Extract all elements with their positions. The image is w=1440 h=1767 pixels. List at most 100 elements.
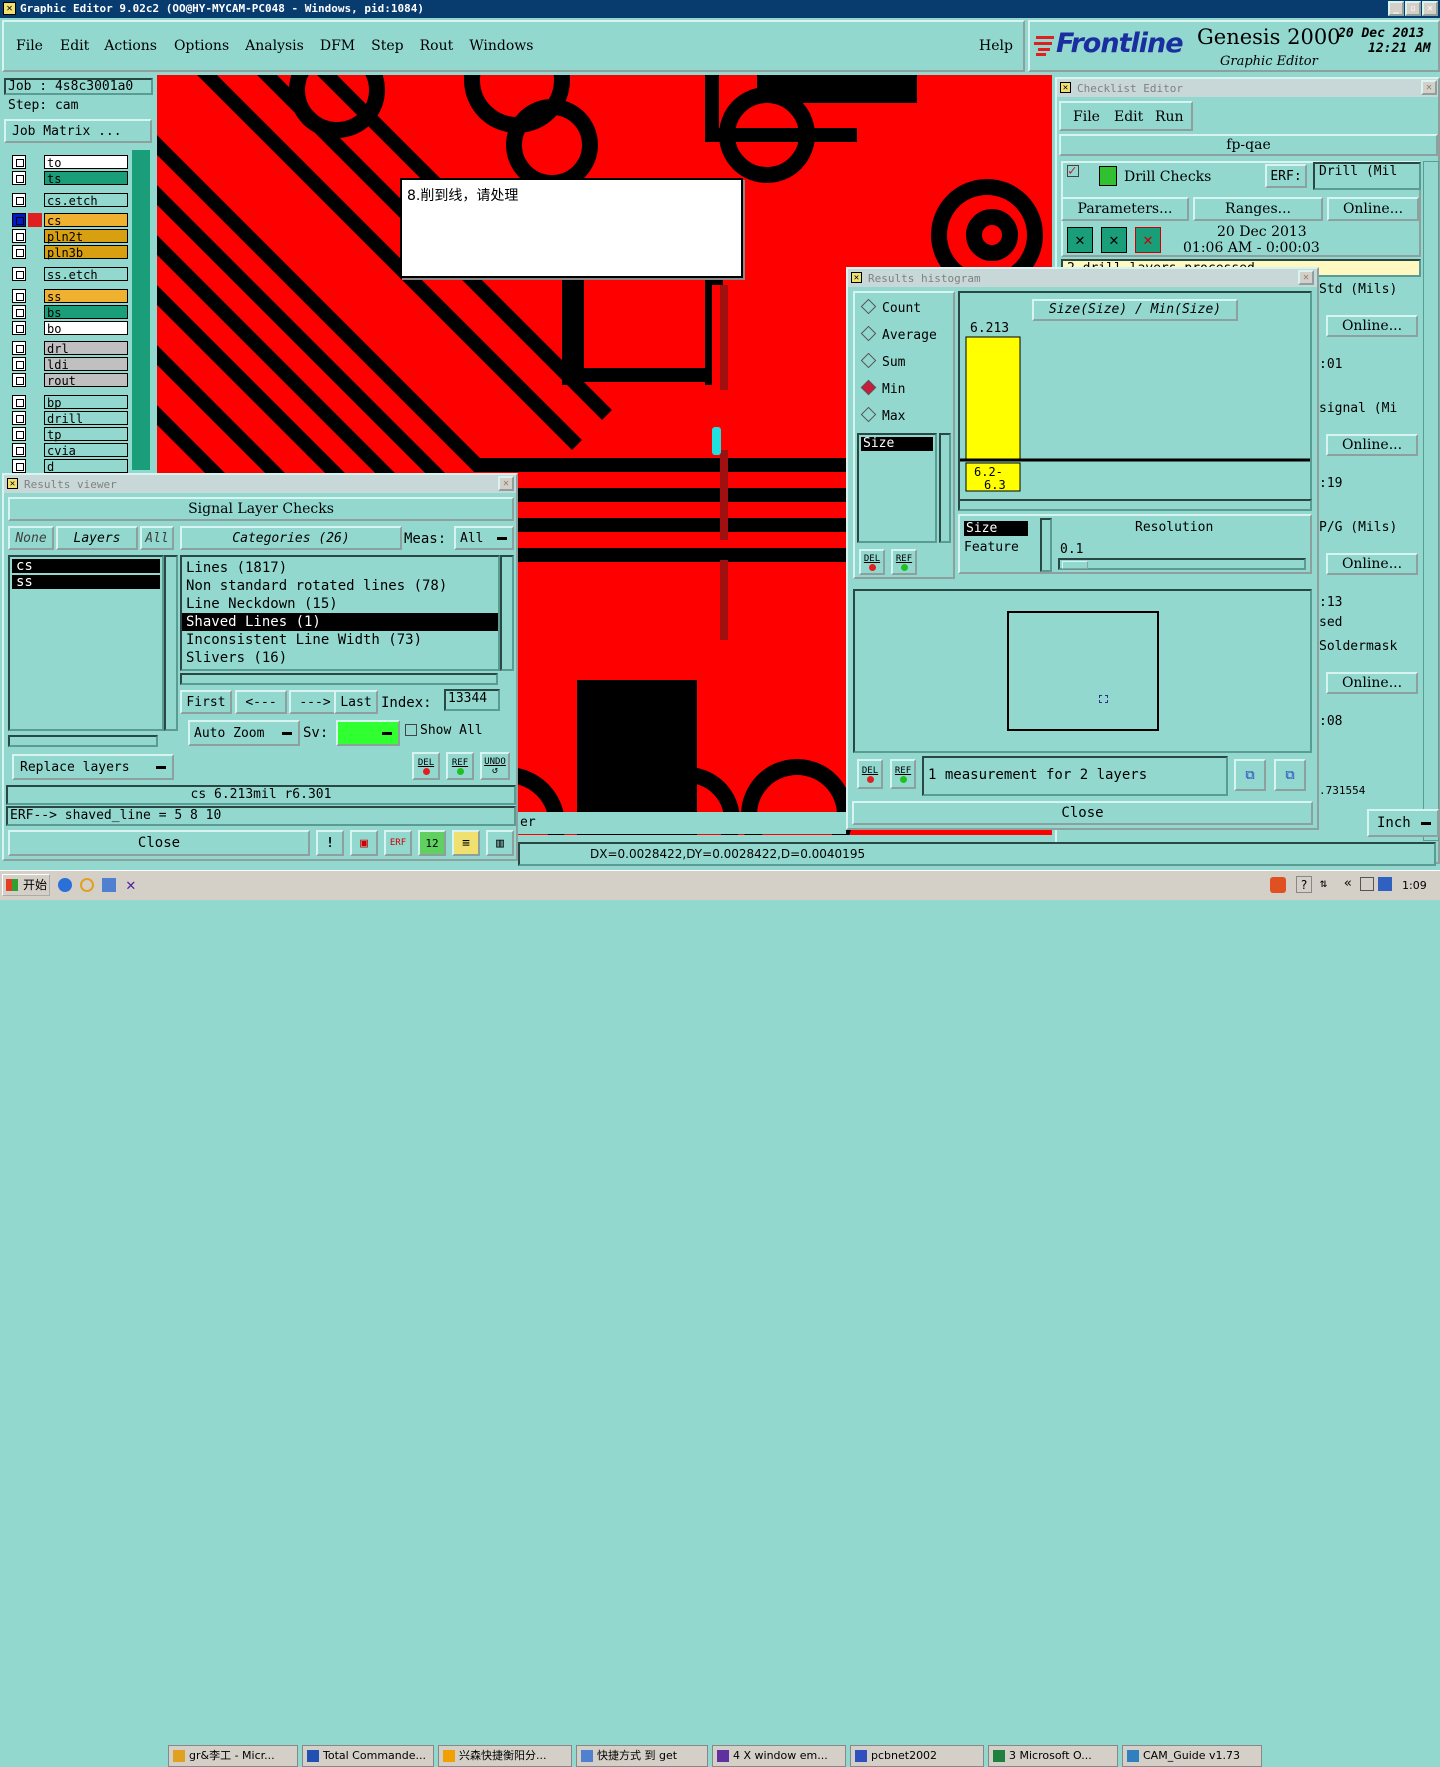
taskbar-item[interactable]: gr&李工 - Micr... [168, 1745, 298, 1767]
layer-color-swatch[interactable] [28, 411, 42, 425]
tool-report-icon[interactable]: ≡ [452, 830, 480, 856]
layer-color-swatch[interactable] [28, 289, 42, 303]
layer-checkbox[interactable] [12, 229, 26, 243]
category-list-vscroll[interactable] [500, 555, 514, 671]
run-icon-3[interactable]: ✕ [1135, 227, 1161, 253]
online-button[interactable]: Online... [1326, 553, 1418, 575]
layer-row-drill[interactable]: drill [12, 411, 128, 426]
mode-radio-min[interactable]: Min [860, 379, 905, 397]
meas-select[interactable]: All [454, 526, 514, 550]
results-close-button[interactable]: Close [8, 830, 310, 856]
layer-color-swatch[interactable] [28, 171, 42, 185]
taskbar-item[interactable]: 兴森快捷衡阳分... [438, 1745, 572, 1767]
none-button[interactable]: None [8, 526, 54, 550]
layer-row-ts[interactable]: ts [12, 171, 128, 186]
hist-ref-button[interactable]: REF [891, 549, 917, 575]
field-item[interactable]: Size [861, 437, 933, 451]
layer-color-swatch[interactable] [28, 229, 42, 243]
hist-export-icon-2[interactable]: ⧉ [1274, 759, 1306, 791]
category-item[interactable]: Shaved Lines (1) [182, 613, 498, 631]
layer-color-swatch[interactable] [28, 373, 42, 387]
tray-monitor-icon[interactable] [1360, 877, 1374, 891]
mode-radio-average[interactable]: Average [860, 325, 937, 343]
menu-file[interactable]: File [16, 38, 43, 54]
layer-row-drl[interactable]: drl [12, 341, 128, 356]
results-viewer-close-icon[interactable]: ✕ [498, 476, 514, 491]
layer-color-swatch[interactable] [28, 267, 42, 281]
layer-row-bs[interactable]: bs [12, 305, 128, 320]
replace-layers-select[interactable]: Replace layers [12, 754, 174, 780]
check-mark-icon[interactable]: ✓ [1067, 164, 1079, 178]
x-launch-icon[interactable]: ✕ [126, 875, 136, 894]
feature-option[interactable]: Feature [964, 540, 1019, 555]
layer-checkbox[interactable] [12, 305, 26, 319]
layer-checkbox[interactable] [12, 443, 26, 457]
index-input[interactable]: 13344 [444, 689, 500, 711]
online-button[interactable]: Online... [1326, 672, 1418, 694]
sv-color-select[interactable] [336, 720, 400, 746]
checklist-menu-file[interactable]: File [1073, 109, 1100, 125]
categories-button[interactable]: Categories (26) [180, 526, 402, 550]
histogram-bar[interactable] [965, 336, 1021, 460]
layer-scrollbar[interactable] [132, 150, 150, 470]
layer-color-swatch[interactable] [28, 321, 42, 335]
layer-row-rout[interactable]: rout [12, 373, 128, 388]
last-button[interactable]: Last [334, 690, 378, 714]
layers-button[interactable]: Layers [56, 526, 138, 550]
field-list[interactable]: Size [857, 433, 937, 543]
online-button[interactable]: Online... [1327, 197, 1419, 221]
maximize-button[interactable]: ▫ [1405, 1, 1421, 16]
taskbar-item[interactable]: 快捷方式 到 get [576, 1745, 708, 1767]
layer-checkbox[interactable] [12, 321, 26, 335]
layer-color-swatch[interactable] [28, 395, 42, 409]
taskbar-item[interactable]: CAM_Guide v1.73 [1122, 1745, 1262, 1767]
resolution-slider[interactable] [1058, 558, 1306, 570]
layer-checkbox[interactable] [12, 427, 26, 441]
histogram-close-icon[interactable]: ✕ [1298, 270, 1314, 285]
tool-highlight-icon[interactable]: ▣ [350, 830, 378, 856]
tray-icon[interactable] [1270, 877, 1286, 893]
layer-checkbox[interactable] [12, 395, 26, 409]
layer-checkbox[interactable] [12, 155, 26, 169]
menu-windows[interactable]: Windows [469, 38, 533, 54]
field-list-vscroll[interactable] [939, 433, 951, 543]
taskbar-item[interactable]: 4 X window em... [712, 1745, 846, 1767]
layer-color-swatch[interactable] [28, 305, 42, 319]
minimize-button[interactable]: _ [1388, 1, 1404, 16]
help-tray-icon[interactable]: ? [1296, 876, 1312, 893]
hist-bottom-ref-button[interactable]: REF [890, 759, 916, 789]
layer-list-hscroll[interactable] [8, 735, 158, 747]
mode-radio-max[interactable]: Max [860, 406, 905, 424]
results-layer-item[interactable]: cs [12, 559, 160, 573]
layer-color-swatch[interactable] [28, 459, 42, 473]
menu-actions[interactable]: Actions [104, 38, 157, 54]
histogram-close-button[interactable]: Close [852, 801, 1313, 825]
network-tray-icon[interactable]: ⇅ [1320, 876, 1327, 890]
layer-row-tp[interactable]: tp [12, 427, 128, 442]
results-layer-item[interactable]: ss [12, 575, 160, 589]
run-icon-2[interactable]: ✕ [1101, 227, 1127, 253]
menu-edit[interactable]: Edit [60, 38, 89, 54]
layer-row-ss-etch[interactable]: ss.etch [12, 267, 128, 282]
start-button[interactable]: 开始 [2, 874, 50, 896]
online-button[interactable]: Online... [1326, 315, 1418, 337]
layer-row-to[interactable]: to [12, 155, 128, 170]
layer-row-ss[interactable]: ss [12, 289, 128, 304]
tool-erf-icon[interactable]: ERF [384, 830, 412, 856]
histogram-hscroll[interactable] [958, 499, 1312, 511]
layer-list-vscroll[interactable] [164, 555, 178, 731]
layer-color-swatch[interactable] [28, 213, 42, 227]
hist-bottom-del-button[interactable]: DEL [857, 759, 883, 789]
layer-color-swatch[interactable] [28, 245, 42, 259]
taskbar-item[interactable]: 3 Microsoft O... [988, 1745, 1118, 1767]
tool-exclaim-icon[interactable]: ! [316, 830, 344, 856]
layer-row-pln3b[interactable]: pln3b [12, 245, 128, 260]
layer-row-cvia[interactable]: cvia [12, 443, 128, 458]
menu-options[interactable]: Options [174, 38, 229, 54]
layer-row-ldi[interactable]: ldi [12, 357, 128, 372]
job-matrix-button[interactable]: Job Matrix ... [4, 119, 152, 143]
layer-checkbox[interactable] [12, 245, 26, 259]
layer-checkbox[interactable] [12, 213, 26, 227]
layer-checkbox[interactable] [12, 289, 26, 303]
category-item[interactable]: Non standard rotated lines (78) [182, 577, 498, 595]
